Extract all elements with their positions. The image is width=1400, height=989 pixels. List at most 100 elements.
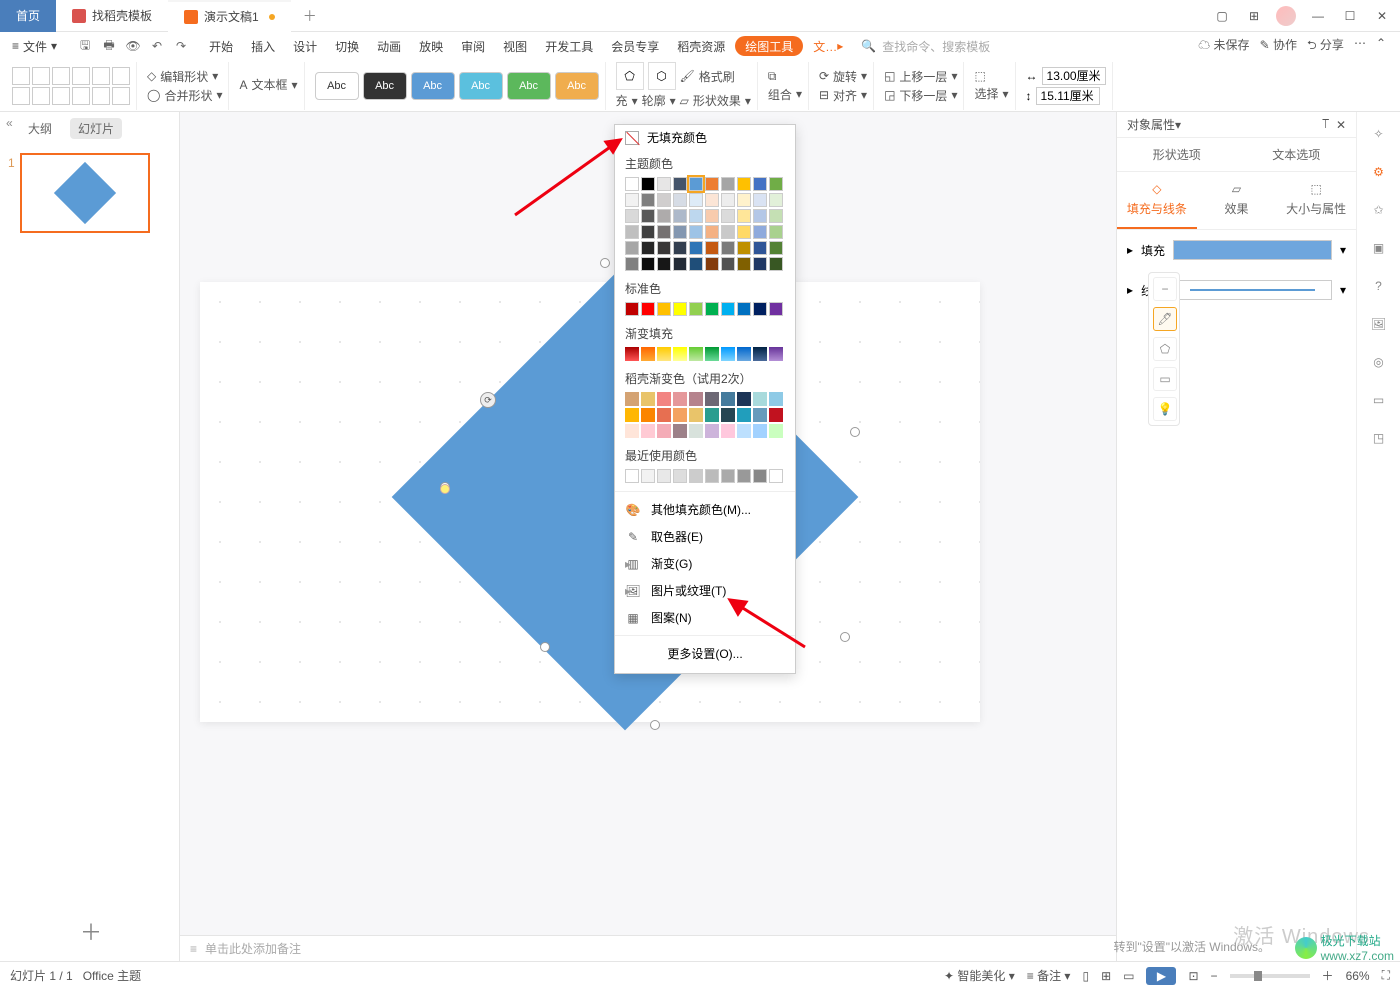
menu-review[interactable]: 审阅 xyxy=(453,32,493,60)
gradient-item[interactable]: ▥渐变(G)▸ xyxy=(615,550,795,577)
command-search[interactable]: 🔍 查找命令、搜索模板 xyxy=(853,38,1186,55)
rotation-handle[interactable]: ⟳ xyxy=(480,392,496,408)
width-input[interactable] xyxy=(1042,67,1106,85)
collab-button[interactable]: ✎ 协作 xyxy=(1260,36,1297,57)
close-button[interactable]: ✕ xyxy=(1368,2,1396,30)
rail-present-icon[interactable]: ▭ xyxy=(1369,390,1389,410)
shape-effects-button[interactable]: ▱ 形状效果 ▾ xyxy=(680,92,751,109)
beautify-button[interactable]: ✦ 智能美化 ▾ xyxy=(944,967,1015,984)
format-painter-button[interactable]: 🖌 格式刷 xyxy=(680,68,735,85)
more-menu[interactable]: ⋯ xyxy=(1354,36,1366,57)
slide-thumbnail-1[interactable] xyxy=(20,153,150,233)
collapse-panel-icon[interactable]: « xyxy=(6,116,13,130)
menu-view[interactable]: 视图 xyxy=(495,32,535,60)
recent-color-grid[interactable] xyxy=(615,467,795,487)
menu-animation[interactable]: 动画 xyxy=(369,32,409,60)
bring-forward-button[interactable]: ◱ 上移一层 ▾ xyxy=(884,68,957,85)
outline-tab[interactable]: 大纲 xyxy=(20,118,60,139)
user-avatar[interactable] xyxy=(1272,2,1300,30)
mini-minus-icon[interactable]: − xyxy=(1153,277,1177,301)
preview-icon[interactable]: 👁 xyxy=(123,36,143,56)
resize-handle-sw[interactable] xyxy=(540,642,550,652)
layout-icon[interactable]: ▢ xyxy=(1208,2,1236,30)
menu-transition[interactable]: 切换 xyxy=(327,32,367,60)
view-sorter-icon[interactable]: ⊞ xyxy=(1101,969,1111,983)
menu-docer[interactable]: 稻壳资源 xyxy=(669,32,733,60)
file-menu[interactable]: ≡ 文件 ▾ xyxy=(4,38,65,55)
eyedropper-item[interactable]: ✎取色器(E) xyxy=(615,523,795,550)
notes-toggle[interactable]: ≡ 备注 ▾ xyxy=(1027,967,1071,984)
rotate-button[interactable]: ⟳ 旋转 ▾ xyxy=(819,68,867,85)
shape-styles[interactable]: Abc Abc Abc Abc Abc Abc xyxy=(309,62,606,110)
menu-devtools[interactable]: 开发工具 xyxy=(537,32,601,60)
slide-canvas[interactable]: ⟳ xyxy=(200,282,980,722)
tab-add-button[interactable]: ＋ xyxy=(291,6,329,26)
share-button[interactable]: ⮌ 分享 xyxy=(1307,36,1344,57)
mini-brush-icon[interactable]: 🖊 xyxy=(1153,307,1177,331)
size-props-subtab[interactable]: ⬚大小与属性 xyxy=(1276,172,1356,229)
unsaved-indicator[interactable]: ☁ 未保存 xyxy=(1198,36,1249,57)
adjust-handle[interactable] xyxy=(440,484,450,494)
fill-button[interactable]: ⬠ xyxy=(616,62,644,90)
shape-options-tab[interactable]: 形状选项 xyxy=(1117,138,1237,171)
fill-dropdown[interactable]: 充 ▾ xyxy=(616,92,638,109)
outline-button[interactable]: ⬡ xyxy=(648,62,676,90)
zoom-in-icon[interactable]: ＋ xyxy=(1322,967,1334,984)
pin-icon[interactable]: ⟙ xyxy=(1322,117,1329,132)
outline-dropdown[interactable]: 轮廓 ▾ xyxy=(642,92,676,109)
tab-templates[interactable]: 找稻壳模板 xyxy=(56,0,168,32)
menu-drawing-tools[interactable]: 绘图工具 xyxy=(735,36,803,56)
rail-image-icon[interactable]: 🖼 xyxy=(1369,314,1389,334)
send-backward-button[interactable]: ◲ 下移一层 ▾ xyxy=(884,87,957,104)
view-reading-icon[interactable]: ▭ xyxy=(1123,969,1134,983)
rail-gallery-icon[interactable]: ▣ xyxy=(1369,238,1389,258)
save-icon[interactable]: 🖫 xyxy=(75,36,95,56)
resize-handle-se[interactable] xyxy=(840,632,850,642)
print-icon[interactable]: 🖶 xyxy=(99,36,119,56)
tab-document[interactable]: 演示文稿1 xyxy=(168,0,291,32)
fullscreen-icon[interactable]: ⛶ xyxy=(1382,968,1390,983)
no-fill-option[interactable]: 无填充颜色 xyxy=(615,125,795,150)
merge-shapes-button[interactable]: ◯ 合并形状 ▾ xyxy=(147,87,222,104)
select-button[interactable]: ⬚ xyxy=(974,69,1008,83)
mini-rect-icon[interactable]: ▭ xyxy=(1153,367,1177,391)
menu-start[interactable]: 开始 xyxy=(201,32,241,60)
shapes-gallery[interactable] xyxy=(6,62,137,110)
mini-bulb-icon[interactable]: 💡 xyxy=(1153,397,1177,421)
resize-handle-ne[interactable] xyxy=(850,427,860,437)
group-label[interactable]: 组合 ▾ xyxy=(768,86,802,103)
rail-cube-icon[interactable]: ◳ xyxy=(1369,428,1389,448)
menu-text-truncated[interactable]: 文… ▸ xyxy=(805,32,851,60)
style-swatch-3[interactable]: Abc xyxy=(411,72,455,100)
close-panel-icon[interactable]: ✕ xyxy=(1336,118,1346,132)
style-swatch-2[interactable]: Abc xyxy=(363,72,407,100)
rail-target-icon[interactable]: ◎ xyxy=(1369,352,1389,372)
more-fill-colors[interactable]: 🎨其他填充颜色(M)... xyxy=(615,496,795,523)
style-swatch-6[interactable]: Abc xyxy=(555,72,599,100)
mini-pentagon-icon[interactable]: ⬠ xyxy=(1153,337,1177,361)
line-style-preview[interactable] xyxy=(1173,280,1332,300)
maximize-button[interactable]: ☐ xyxy=(1336,2,1364,30)
collapse-ribbon[interactable]: ⌃ xyxy=(1376,36,1386,57)
view-normal-icon[interactable]: ▯ xyxy=(1082,969,1089,983)
undo-icon[interactable]: ↶ xyxy=(147,36,167,56)
gradient-grid[interactable] xyxy=(615,345,795,365)
redo-icon[interactable]: ↷ xyxy=(171,36,191,56)
rail-design-icon[interactable]: ✧ xyxy=(1369,124,1389,144)
style-swatch-5[interactable]: Abc xyxy=(507,72,551,100)
textbox-button[interactable]: A 文本框 ▾ xyxy=(239,76,297,93)
fill-line-subtab[interactable]: ◇填充与线条 xyxy=(1117,172,1197,229)
group-button[interactable]: ⧉ xyxy=(768,69,802,84)
menu-insert[interactable]: 插入 xyxy=(243,32,283,60)
apps-icon[interactable]: ⊞ xyxy=(1240,2,1268,30)
select-label[interactable]: 选择 ▾ xyxy=(974,85,1008,102)
slides-tab[interactable]: 幻灯片 xyxy=(70,118,122,139)
slideshow-button[interactable]: ▶ xyxy=(1146,967,1176,985)
edit-shape-button[interactable]: ◇ 编辑形状 ▾ xyxy=(147,68,222,85)
effects-subtab[interactable]: ▱效果 xyxy=(1197,172,1277,229)
standard-color-grid[interactable] xyxy=(615,300,795,320)
zoom-value[interactable]: 66% xyxy=(1346,969,1370,983)
menu-slideshow[interactable]: 放映 xyxy=(411,32,451,60)
tab-home[interactable]: 首页 xyxy=(0,0,56,32)
height-input[interactable] xyxy=(1036,87,1100,105)
